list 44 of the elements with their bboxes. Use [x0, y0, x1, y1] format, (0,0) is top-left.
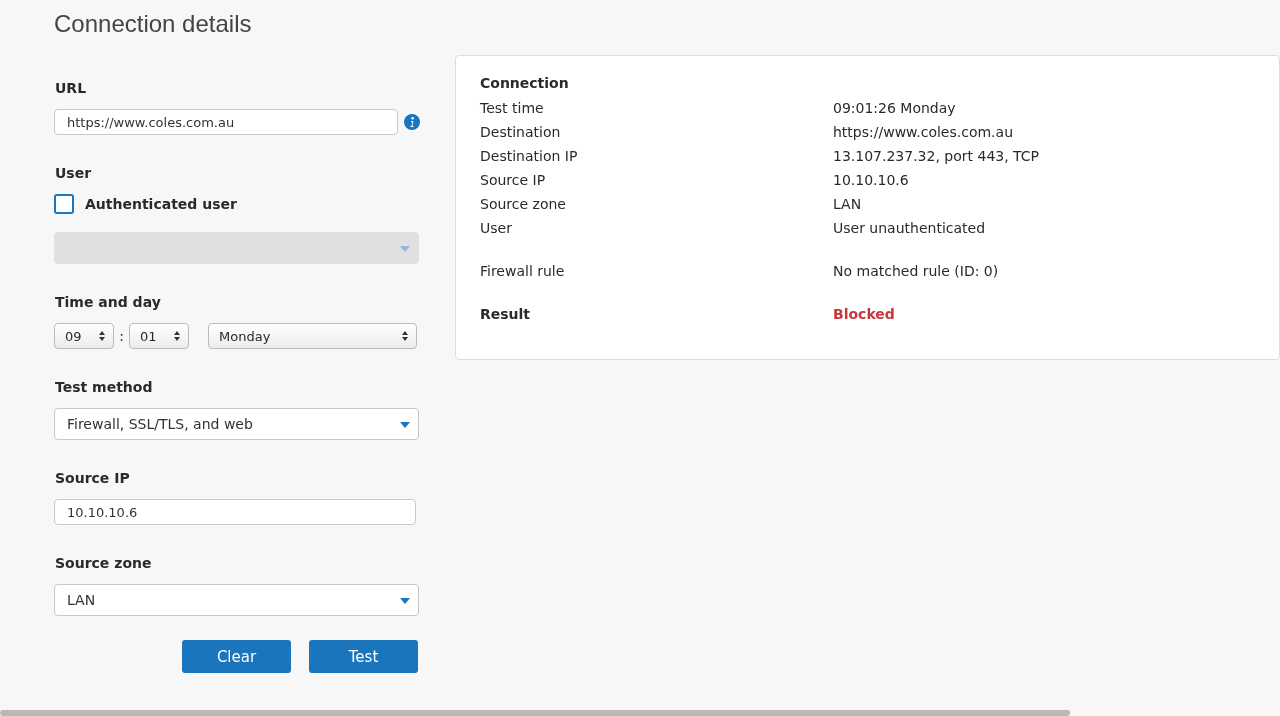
detail-value: LAN — [833, 196, 862, 212]
action-button[interactable]: Clear — [182, 640, 291, 673]
detail-value: 10.10.10.6 — [833, 172, 909, 188]
field-label: Source IP — [55, 470, 131, 486]
detail-value: No matched rule (ID: 0) — [833, 263, 999, 279]
detail-label: Source zone — [480, 196, 567, 212]
field-label: URL — [55, 80, 88, 96]
hour-select[interactable]: 09 — [54, 323, 114, 349]
detail-label: User — [480, 220, 513, 236]
horizontal-scrollbar[interactable] — [0, 710, 1070, 716]
field-label: Time and day — [55, 294, 162, 310]
checkbox-label: Authenticated user — [85, 196, 237, 212]
info-icon[interactable] — [404, 114, 420, 130]
time-separator: : — [118, 328, 125, 344]
action-button[interactable]: Test — [309, 640, 418, 673]
test-method-dropdown[interactable]: Firewall, SSL/TLS, and web — [54, 408, 419, 440]
detail-label: Test time — [480, 100, 545, 116]
day-select[interactable]: Monday — [208, 323, 417, 349]
caret-icon — [400, 246, 410, 252]
field-label: Test method — [55, 379, 154, 395]
field-label: Source zone — [55, 555, 153, 571]
spinner-icon — [174, 331, 180, 341]
results-heading: Connection — [480, 75, 570, 91]
result-value: Blocked — [833, 306, 895, 322]
detail-value: User unauthenticated — [833, 220, 986, 236]
checkbox[interactable] — [54, 194, 74, 214]
minute-select[interactable]: 01 — [129, 323, 189, 349]
source-zone-dropdown[interactable]: LAN — [54, 584, 419, 616]
caret-icon — [400, 422, 410, 428]
url-field[interactable]: https://www.coles.com.au — [54, 109, 398, 135]
source-ip-field[interactable]: 10.10.10.6 — [54, 499, 416, 525]
detail-value: 09:01:26 Monday — [833, 100, 956, 116]
result-label: Result — [480, 306, 532, 322]
detail-label: Source IP — [480, 172, 547, 188]
spinner-icon — [99, 331, 105, 341]
caret-icon — [400, 598, 410, 604]
detail-label: Destination IP — [480, 148, 579, 164]
field-label: User — [55, 165, 93, 181]
detail-label: Firewall rule — [480, 263, 566, 279]
detail-label: Destination — [480, 124, 562, 140]
detail-value: 13.107.237.32, port 443, TCP — [833, 148, 1040, 164]
page-title: Connection details — [54, 10, 253, 39]
spinner-icon — [402, 331, 408, 341]
detail-value: https://www.coles.com.au — [833, 124, 1013, 140]
